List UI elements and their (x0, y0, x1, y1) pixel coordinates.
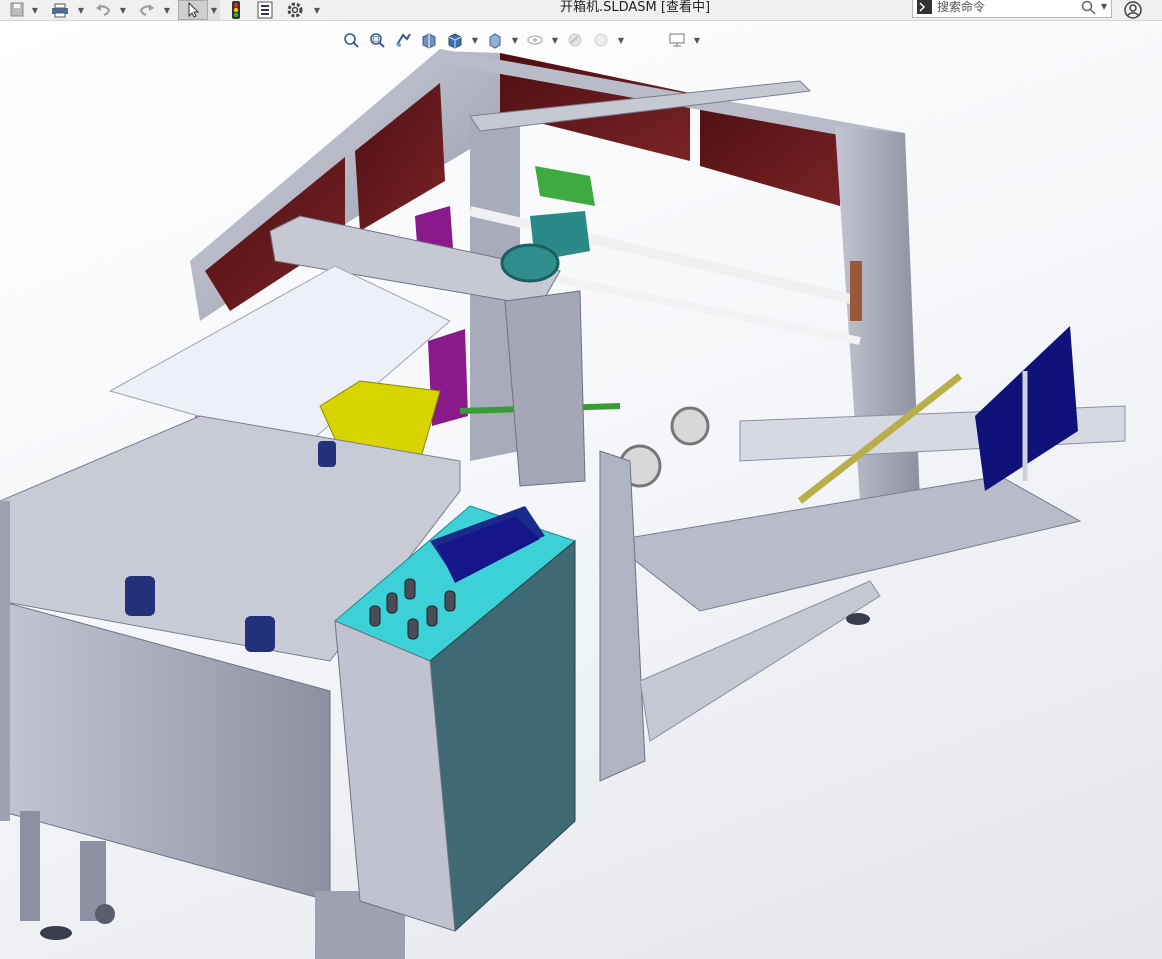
hex-nut-right (670, 406, 710, 446)
motor-right (245, 616, 275, 652)
search-dropdown[interactable]: ▼ (1101, 2, 1107, 11)
print-icon (52, 3, 68, 18)
command-prompt-icon (917, 0, 932, 14)
motor-left (125, 576, 155, 616)
select-dropdown[interactable]: ▼ (208, 0, 220, 20)
control-button[interactable] (444, 590, 456, 612)
leg-left (20, 811, 40, 921)
control-button[interactable] (386, 592, 398, 614)
undo-dropdown[interactable]: ▼ (118, 0, 128, 20)
save-icon (10, 2, 24, 17)
print-button[interactable] (48, 0, 72, 20)
graphics-area[interactable]: ▼ ▼ ▼ ▼ ▼ (0, 21, 1162, 959)
undo-icon (96, 4, 111, 16)
assembly-model[interactable] (0, 21, 1162, 959)
file-properties-icon (257, 1, 273, 19)
rebuild-button[interactable] (226, 0, 246, 20)
user-account-button[interactable] (1122, 0, 1144, 20)
teal-ring (500, 243, 560, 283)
infeed-conveyor (608, 475, 1082, 612)
control-button[interactable] (369, 605, 381, 627)
redo-button[interactable] (136, 0, 158, 20)
central-column (504, 290, 586, 487)
control-button[interactable] (407, 618, 419, 640)
search-icon[interactable] (1081, 0, 1097, 16)
search-commands-box[interactable]: ▼ (912, 0, 1112, 18)
rebuild-traffic-light-icon (232, 1, 240, 19)
select-cursor-icon (188, 2, 200, 18)
options-gear-icon (287, 2, 303, 18)
control-button[interactable] (404, 578, 416, 600)
right-lower-frame (599, 450, 646, 782)
title-bar: ▼ ▼ ▼ ▼ ▼ ▼ 开箱机.SLDASM [查看中] ▼ (0, 0, 1162, 21)
select-button[interactable] (178, 0, 208, 20)
rod-end-bracket (850, 261, 862, 321)
redo-icon (139, 4, 154, 16)
print-dropdown[interactable]: ▼ (76, 0, 86, 20)
green-plate (535, 166, 595, 206)
file-properties-button[interactable] (254, 0, 276, 20)
motor-small (318, 441, 336, 467)
redo-dropdown[interactable]: ▼ (162, 0, 172, 20)
user-account-icon (1124, 1, 1142, 19)
control-button[interactable] (426, 605, 438, 627)
save-dropdown[interactable]: ▼ (30, 0, 40, 20)
options-dropdown[interactable]: ▼ (312, 0, 322, 20)
options-button[interactable] (284, 0, 306, 20)
save-button[interactable] (6, 0, 28, 20)
search-input[interactable] (937, 0, 1077, 15)
foot-pad-left (40, 926, 72, 940)
undo-button[interactable] (92, 0, 114, 20)
caster-wheel (95, 904, 115, 924)
foot-pad-right (846, 613, 870, 625)
